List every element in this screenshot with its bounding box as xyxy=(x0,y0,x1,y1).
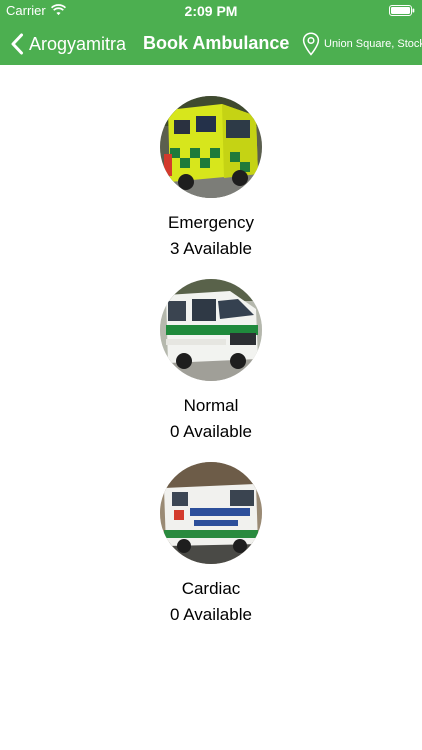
page-title: Book Ambulance xyxy=(143,33,290,53)
header: Carrier 2:09 PM Arogyamitra Book Ambulan… xyxy=(0,0,422,65)
chevron-left-icon xyxy=(11,33,23,55)
ambulance-item-cardiac[interactable]: Cardiac 0 Available xyxy=(0,462,422,637)
battery-icon xyxy=(389,5,415,16)
emergency-ambulance-photo xyxy=(160,96,262,198)
ambulance-item-normal[interactable]: Normal 0 Available xyxy=(0,279,422,454)
ambulance-availability: 0 Available xyxy=(170,605,252,624)
normal-ambulance-photo xyxy=(160,279,262,381)
ambulance-availability: 3 Available xyxy=(170,239,252,258)
ambulance-item-emergency[interactable]: Emergency 3 Available xyxy=(0,96,422,271)
ambulance-type-name: Emergency xyxy=(168,213,254,232)
ambulance-type-name: Normal xyxy=(183,396,239,415)
cardiac-ambulance-photo xyxy=(160,462,262,564)
map-pin-icon xyxy=(302,32,320,56)
location-selector[interactable]: Union Square, Stockton xyxy=(302,31,422,57)
location-text: Union Square, Stockton xyxy=(324,38,422,50)
status-bar: Carrier 2:09 PM xyxy=(0,0,422,22)
back-button-label: Arogyamitra xyxy=(29,33,127,54)
ambulance-type-name: Cardiac xyxy=(181,579,241,598)
book-ambulance-screen: Carrier 2:09 PM Arogyamitra Book Ambulan… xyxy=(0,0,422,750)
clock: 2:09 PM xyxy=(184,3,238,19)
back-button[interactable]: Arogyamitra xyxy=(10,31,126,57)
ambulance-availability: 0 Available xyxy=(170,422,252,441)
navigation-bar: Arogyamitra Book Ambulance Union Square,… xyxy=(0,22,422,65)
